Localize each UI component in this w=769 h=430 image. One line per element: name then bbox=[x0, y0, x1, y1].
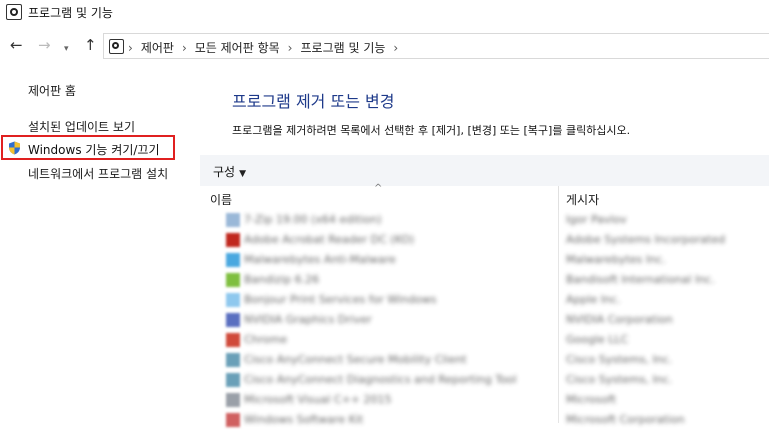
column-header-publisher[interactable]: 게시자 bbox=[566, 191, 599, 208]
breadcrumb: › 제어판 › 모든 제어판 항목 › 프로그램 및 기능 › bbox=[128, 41, 399, 55]
program-name: Cisco AnyConnect Diagnostics and Reporti… bbox=[244, 373, 517, 386]
program-publisher: Microsoft Corporation bbox=[566, 413, 685, 426]
window-title: 프로그램 및 기능 bbox=[28, 6, 113, 20]
sidebar-link-control-panel-home[interactable]: 제어판 홈 bbox=[28, 82, 76, 99]
chevron-down-icon: ▼ bbox=[239, 169, 247, 179]
address-bar-row: ← → ▾ ↑ › 제어판 › 모든 제어판 항목 › 프로그램 및 기능 › bbox=[0, 30, 769, 62]
program-icon bbox=[226, 233, 240, 247]
command-bar: 구성 ▼ bbox=[200, 155, 769, 186]
program-icon bbox=[226, 333, 240, 347]
program-row[interactable]: 7-Zip 19.00 (x64 edition) Igor Pavlov bbox=[200, 210, 769, 230]
address-field[interactable]: › 제어판 › 모든 제어판 항목 › 프로그램 및 기능 › bbox=[103, 33, 769, 59]
column-divider[interactable] bbox=[558, 186, 559, 210]
program-name: 7-Zip 19.00 (x64 edition) bbox=[244, 213, 382, 226]
program-publisher: Cisco Systems, Inc. bbox=[566, 353, 673, 366]
uac-shield-icon bbox=[9, 141, 20, 155]
breadcrumb-all-items[interactable]: 모든 제어판 항목 bbox=[195, 41, 280, 55]
program-publisher: Bandisoft International Inc. bbox=[566, 273, 715, 286]
up-arrow-icon[interactable]: ↑ bbox=[84, 36, 97, 54]
program-name: Windows Software Kit bbox=[244, 413, 364, 426]
program-icon bbox=[226, 373, 240, 387]
back-arrow-icon[interactable]: ← bbox=[10, 36, 23, 54]
program-row[interactable]: Chrome Google LLC bbox=[200, 330, 769, 350]
program-icon bbox=[226, 213, 240, 227]
program-name: Microsoft Visual C++ 2015 bbox=[244, 393, 392, 406]
column-header-row: ^ 이름 게시자 bbox=[200, 183, 769, 210]
program-publisher: NVIDIA Corporation bbox=[566, 313, 673, 326]
program-publisher: Adobe Systems Incorporated bbox=[566, 233, 726, 246]
program-name: Bonjour Print Services for Windows bbox=[244, 293, 437, 306]
program-publisher: Cisco Systems, Inc. bbox=[566, 373, 673, 386]
page-title: 프로그램 제거 또는 변경 bbox=[232, 92, 395, 111]
program-row[interactable]: Cisco AnyConnect Secure Mobility Client C… bbox=[200, 350, 769, 370]
program-publisher: Malwarebytes Inc. bbox=[566, 253, 666, 266]
program-icon bbox=[226, 413, 240, 427]
program-name: Cisco AnyConnect Secure Mobility Client bbox=[244, 353, 467, 366]
control-panel-icon bbox=[6, 4, 22, 20]
program-row[interactable]: Cisco AnyConnect Diagnostics and Reporti… bbox=[200, 370, 769, 390]
recent-locations-chevron-icon[interactable]: ▾ bbox=[64, 40, 69, 58]
organize-label: 구성 bbox=[213, 165, 236, 179]
program-row[interactable]: Microsoft Visual C++ 2015 Microsoft bbox=[200, 390, 769, 410]
breadcrumb-programs-features[interactable]: 프로그램 및 기능 bbox=[300, 41, 385, 55]
program-name: NVIDIA Graphics Driver bbox=[244, 313, 372, 326]
program-icon bbox=[226, 353, 240, 367]
sidebar-link-windows-features[interactable]: Windows 기능 켜기/끄기 bbox=[28, 141, 159, 158]
program-icon bbox=[226, 273, 240, 287]
forward-arrow-icon[interactable]: → bbox=[38, 36, 51, 54]
program-row[interactable]: NVIDIA Graphics Driver NVIDIA Corporation bbox=[200, 310, 769, 330]
program-row[interactable]: Bonjour Print Services for Windows Apple … bbox=[200, 290, 769, 310]
program-name: Bandizip 6.26 bbox=[244, 273, 320, 286]
column-header-name[interactable]: 이름 bbox=[210, 191, 232, 208]
program-icon bbox=[226, 253, 240, 267]
program-icon bbox=[226, 313, 240, 327]
organize-button[interactable]: 구성 ▼ bbox=[213, 163, 246, 180]
title-bar: 프로그램 및 기능 bbox=[0, 0, 769, 30]
control-panel-icon bbox=[109, 39, 124, 54]
program-row[interactable]: Windows Software Kit Microsoft Corporatio… bbox=[200, 410, 769, 430]
breadcrumb-control-panel[interactable]: 제어판 bbox=[141, 41, 174, 55]
page-description: 프로그램을 제거하려면 목록에서 선택한 후 [제거], [변경] 또는 [복구… bbox=[232, 124, 631, 137]
program-icon bbox=[226, 293, 240, 307]
program-row[interactable]: Bandizip 6.26 Bandisoft International Inc… bbox=[200, 270, 769, 290]
sort-ascending-icon: ^ bbox=[374, 183, 383, 194]
program-name: Malwarebytes Anti-Malware bbox=[244, 253, 396, 266]
sidebar-link-network-install[interactable]: 네트워크에서 프로그램 설치 bbox=[28, 165, 168, 182]
program-row[interactable]: Malwarebytes Anti-Malware Malwarebytes In… bbox=[200, 250, 769, 270]
program-row[interactable]: Adobe Acrobat Reader DC (KO) Adobe System… bbox=[200, 230, 769, 250]
program-publisher: Microsoft bbox=[566, 393, 617, 406]
program-name: Chrome bbox=[244, 333, 288, 346]
program-icon bbox=[226, 393, 240, 407]
program-publisher: Google LLC bbox=[566, 333, 629, 346]
program-publisher: Apple Inc. bbox=[566, 293, 621, 306]
program-name: Adobe Acrobat Reader DC (KO) bbox=[244, 233, 415, 246]
sidebar-link-installed-updates[interactable]: 설치된 업데이트 보기 bbox=[28, 118, 135, 135]
program-publisher: Igor Pavlov bbox=[566, 213, 627, 226]
